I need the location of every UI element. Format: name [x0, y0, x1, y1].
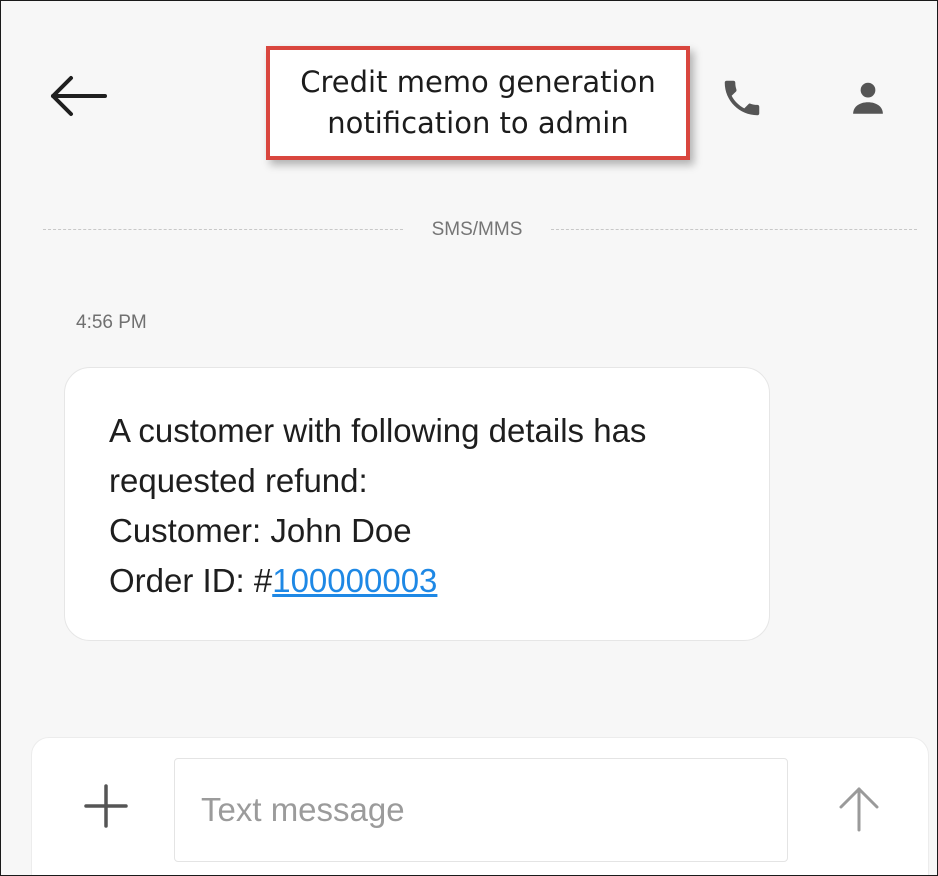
arrow-left-icon [51, 76, 107, 116]
arrow-up-icon [839, 787, 879, 832]
compose-bar [31, 737, 929, 875]
channel-label: SMS/MMS [431, 219, 523, 240]
message-bubble: A customer with following details has re… [64, 367, 770, 641]
annotation-callout: Credit memo generation notification to a… [266, 46, 690, 160]
message-line-2: requested refund: [109, 462, 368, 499]
divider-left [43, 229, 403, 230]
contact-button[interactable] [847, 77, 889, 119]
divider-right [551, 229, 917, 230]
order-id-prefix: Order ID: # [109, 562, 273, 599]
messaging-screen: Credit memo generation notification to a… [0, 0, 938, 876]
message-line-3: Customer: John Doe [109, 512, 412, 549]
annotation-line-1: Credit memo generation [300, 65, 656, 99]
message-line-1: A customer with following details has [109, 412, 647, 449]
annotation-line-2: notification to admin [327, 106, 629, 140]
attach-button[interactable] [80, 780, 132, 832]
call-button[interactable] [719, 75, 765, 121]
person-icon [853, 82, 883, 114]
back-button[interactable] [47, 71, 109, 121]
phone-icon [724, 80, 760, 116]
plus-icon [84, 784, 128, 828]
message-line-4: Order ID: #100000003 [109, 556, 739, 606]
send-button[interactable] [836, 784, 882, 834]
text-message-input[interactable] [174, 758, 788, 862]
message-timestamp: 4:56 PM [76, 312, 147, 333]
order-id-link[interactable]: 100000003 [272, 562, 437, 599]
